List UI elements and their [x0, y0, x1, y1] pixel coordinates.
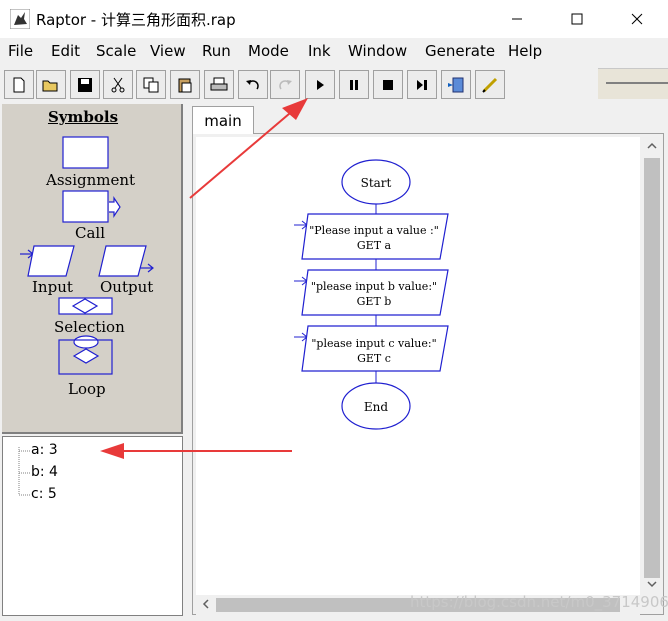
test-server-button[interactable] — [441, 70, 471, 99]
copy-icon — [143, 77, 159, 92]
symbols-title: Symbols — [47, 108, 119, 126]
menu-help[interactable]: Help — [508, 42, 542, 60]
scroll-left-icon[interactable] — [200, 598, 212, 610]
input-label: Input — [32, 278, 73, 296]
call-symbol[interactable] — [62, 190, 122, 224]
maximize-button[interactable] — [554, 0, 600, 38]
call-label: Call — [75, 224, 106, 242]
menu-scale[interactable]: Scale — [96, 42, 136, 60]
end-label: End — [364, 400, 388, 414]
loop-label: Loop — [68, 380, 106, 398]
menu-window[interactable]: Window — [348, 42, 407, 60]
symbols-panel: Symbols Assignment Call Input Output Sel… — [2, 104, 183, 434]
window-title: Raptor - 计算三角形面积.rap — [36, 11, 236, 29]
menu-ink[interactable]: Ink — [308, 42, 331, 60]
tree-lines-icon — [18, 447, 31, 496]
minimize-icon — [512, 18, 522, 20]
vertical-scroll-thumb[interactable] — [644, 158, 660, 578]
assignment-symbol[interactable] — [62, 136, 110, 170]
pen-icon — [482, 77, 498, 93]
menu-run[interactable]: Run — [202, 42, 231, 60]
paste-icon — [178, 78, 192, 92]
output-label: Output — [100, 278, 154, 296]
cut-icon — [111, 77, 125, 92]
open-button[interactable] — [36, 70, 66, 99]
flowchart: Start "Please input a value :" GET a "pl… — [294, 159, 449, 430]
print-icon — [210, 77, 228, 90]
save-button[interactable] — [70, 70, 100, 99]
test-server-icon — [448, 77, 464, 92]
cut-button[interactable] — [103, 70, 133, 99]
assignment-label: Assignment — [46, 171, 136, 189]
scroll-up-icon[interactable] — [646, 140, 658, 152]
open-folder-icon — [42, 80, 58, 91]
menu-edit[interactable]: Edit — [51, 42, 80, 60]
redo-button[interactable] — [270, 70, 300, 99]
menu-view[interactable]: View — [150, 42, 186, 60]
minimize-button[interactable] — [494, 0, 540, 38]
selection-symbol[interactable] — [58, 297, 114, 317]
slider-track-icon — [606, 82, 668, 84]
redo-icon — [279, 79, 292, 89]
scroll-down-icon[interactable] — [646, 578, 658, 590]
input-b-get: GET b — [357, 295, 392, 308]
input-a-prompt: "Please input a value :" — [309, 224, 439, 237]
menu-generate[interactable]: Generate — [425, 42, 495, 60]
close-button[interactable] — [614, 0, 660, 38]
raptor-app-icon — [10, 9, 30, 29]
maximize-icon — [571, 13, 583, 25]
play-icon — [317, 79, 324, 90]
output-symbol[interactable] — [98, 244, 158, 278]
loop-symbol[interactable] — [58, 334, 114, 378]
copy-button[interactable] — [136, 70, 166, 99]
step-icon — [417, 79, 427, 90]
menu-mode[interactable]: Mode — [248, 42, 289, 60]
pause-button[interactable] — [339, 70, 369, 99]
stop-button[interactable] — [373, 70, 403, 99]
menu-file[interactable]: File — [8, 42, 33, 60]
input-a-get: GET a — [357, 239, 392, 252]
undo-icon — [246, 79, 259, 89]
input-c-get: GET c — [357, 352, 391, 365]
watermark: https://blog.csdn.net/m0_37149062 — [410, 593, 668, 611]
run-button[interactable] — [305, 70, 335, 99]
tab-main[interactable]: main — [192, 106, 254, 134]
step-button[interactable] — [407, 70, 437, 99]
input-c-prompt: "please input c value:" — [311, 337, 436, 350]
start-label: Start — [361, 176, 392, 190]
zoom-slider[interactable] — [598, 68, 668, 99]
input-b-prompt: "please input b value:" — [311, 280, 437, 293]
undo-button[interactable] — [238, 70, 268, 99]
pause-icon — [350, 79, 358, 90]
new-file-button[interactable] — [4, 70, 34, 99]
pen-button[interactable] — [475, 70, 505, 99]
paste-button[interactable] — [170, 70, 200, 99]
print-button[interactable] — [204, 70, 234, 99]
input-symbol[interactable] — [20, 244, 80, 278]
variable-b[interactable]: b: 4 — [31, 464, 58, 480]
stop-icon — [383, 79, 393, 90]
variable-c[interactable]: c: 5 — [31, 486, 57, 502]
flowchart-canvas[interactable]: Start "Please input a value :" GET a "pl… — [196, 137, 640, 595]
variable-a[interactable]: a: 3 — [31, 442, 58, 458]
save-icon — [78, 77, 92, 92]
close-icon — [631, 13, 643, 25]
new-file-icon — [13, 77, 25, 92]
variables-panel: a: 3 b: 4 c: 5 — [2, 436, 183, 616]
